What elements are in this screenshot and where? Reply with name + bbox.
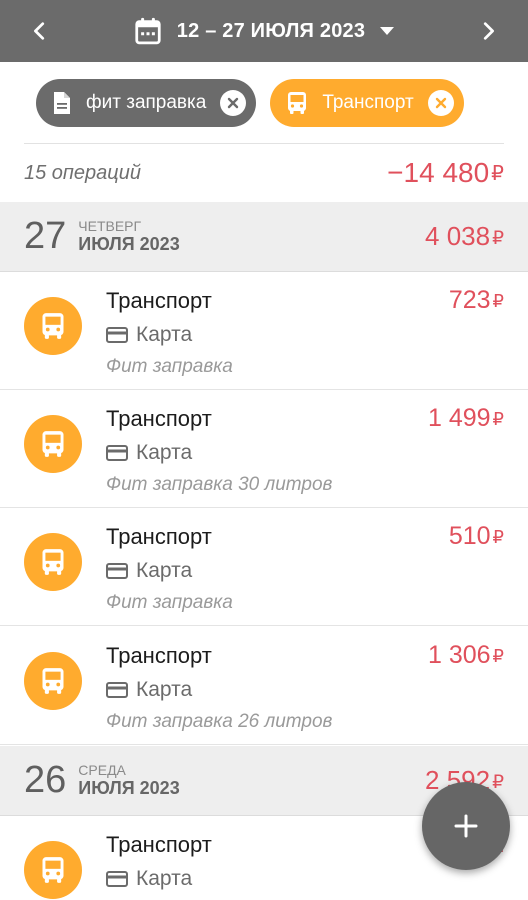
transaction-category: Транспорт (106, 288, 212, 313)
remove-filter-button[interactable] (427, 90, 454, 116)
card-icon (106, 682, 128, 698)
previous-period-button[interactable] (14, 5, 66, 57)
bus-icon (42, 549, 64, 575)
card-icon (106, 871, 128, 887)
transaction-account: Карта (106, 323, 192, 347)
summary-row: 15 операций −14 480₽ (0, 144, 528, 202)
category-avatar (24, 652, 82, 710)
weekday-label: ЧЕТВЕРГ (78, 218, 142, 235)
dropdown-arrow-icon (380, 27, 395, 35)
transaction-category: Транспорт (106, 832, 212, 857)
transaction-account: Карта (106, 678, 192, 702)
month-year-label: ИЮЛЯ 2023 (78, 778, 180, 799)
remove-filter-button[interactable] (220, 90, 247, 116)
day-number: 26 (24, 759, 67, 801)
filter-chip-label: Транспорт (322, 92, 414, 113)
transaction-note: Фит заправка (106, 592, 233, 613)
transaction-category: Транспорт (106, 406, 212, 431)
transaction-amount: 510 ₽ (448, 522, 504, 550)
calendar-icon (135, 17, 161, 45)
day-total: 4 038 ₽ (425, 221, 504, 251)
close-icon (228, 97, 239, 109)
chevron-left-icon (34, 22, 45, 40)
transaction-note: Фит заправка 30 литров (106, 474, 333, 495)
document-icon (54, 92, 70, 114)
bus-icon (42, 313, 64, 339)
category-avatar (24, 841, 82, 899)
transaction-category: Транспорт (106, 524, 212, 549)
top-app-bar: 12 – 27 ИЮЛЯ 2023 (0, 0, 528, 62)
category-avatar (24, 297, 82, 355)
month-year-label: ИЮЛЯ 2023 (78, 234, 180, 255)
transaction-note: Фит заправка (106, 356, 233, 377)
plus-icon (454, 814, 478, 838)
transaction-amount: 723 ₽ (448, 286, 504, 314)
transaction-row[interactable]: Транспорт Карта Фит заправка 723 ₽ (0, 272, 528, 390)
card-icon (106, 445, 128, 461)
transaction-account: Карта (106, 559, 192, 583)
category-avatar (24, 415, 82, 473)
transaction-row[interactable]: Транспорт Карта Фит заправка 510 ₽ (0, 508, 528, 626)
bus-icon (288, 92, 307, 114)
transaction-row[interactable]: Транспорт Карта Фит заправка 30 литров 1… (0, 390, 528, 508)
next-period-button[interactable] (462, 5, 514, 57)
total-amount: −14 480₽ (387, 157, 504, 188)
transaction-account: Карта (106, 867, 192, 891)
currency-sign: ₽ (491, 163, 504, 186)
add-transaction-button[interactable] (422, 782, 510, 870)
weekday-label: СРЕДА (78, 762, 126, 779)
transaction-account: Карта (106, 441, 192, 465)
operations-count: 15 операций (24, 161, 141, 184)
transaction-amount: 1 306 ₽ (427, 641, 504, 669)
filter-chips: фит заправка Транспорт (0, 62, 528, 144)
day-header: 27 ЧЕТВЕРГ ИЮЛЯ 2023 4 038 ₽ (0, 202, 528, 272)
day-number: 27 (24, 215, 67, 257)
transaction-category: Транспорт (106, 643, 212, 668)
transaction-row[interactable]: Транспорт Карта Фит заправка 26 литров 1… (0, 627, 528, 745)
bus-icon (42, 668, 64, 694)
transaction-note: Фит заправка 26 литров (106, 711, 333, 732)
bus-icon (42, 857, 64, 883)
period-selector[interactable]: 12 – 27 ИЮЛЯ 2023 (133, 16, 395, 46)
bus-icon (42, 431, 64, 457)
category-avatar (24, 533, 82, 591)
filter-chip-label: фит заправка (86, 92, 207, 113)
chevron-right-icon (483, 22, 494, 40)
filter-chip-category[interactable]: Транспорт (270, 79, 464, 127)
filter-chip-note[interactable]: фит заправка (36, 79, 257, 127)
card-icon (106, 327, 128, 343)
transaction-amount: 1 499 ₽ (427, 404, 504, 432)
date-range-label: 12 – 27 ИЮЛЯ 2023 (176, 19, 366, 42)
close-icon (435, 97, 446, 109)
card-icon (106, 563, 128, 579)
